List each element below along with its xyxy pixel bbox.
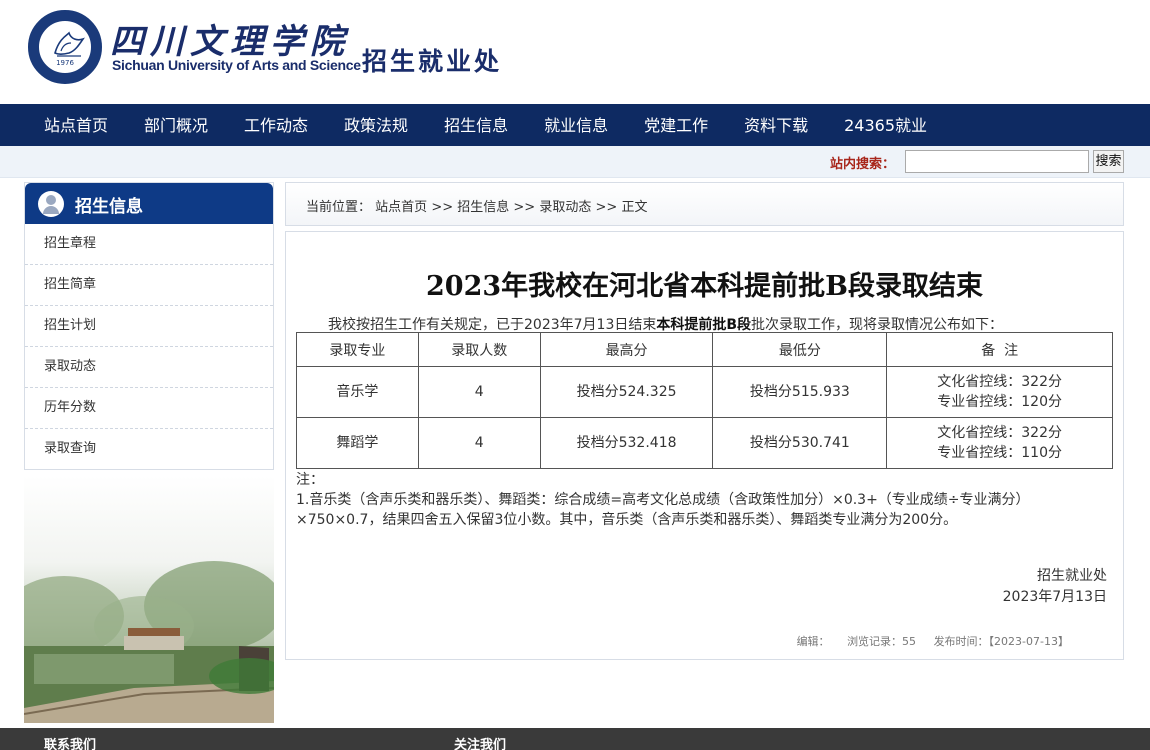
- search-input[interactable]: [905, 150, 1089, 173]
- cell-major: 音乐学: [296, 366, 419, 418]
- note-culture-line: 文化省控线：322分: [937, 425, 1062, 441]
- sidebar-item-admission-query[interactable]: 录取查询: [25, 429, 273, 470]
- seal-inner: 1976: [37, 19, 93, 75]
- table-header: 备 注: [886, 332, 1113, 367]
- article-notes: 注： 1.音乐类（含声乐类和器乐类）、舞蹈类：综合成绩=高考文化总成绩（含政策性…: [296, 470, 1096, 530]
- note-major-line: 专业省控线：110分: [937, 445, 1062, 461]
- article: 2023年我校在河北省本科提前批B段录取结束 我校按招生工作有关规定，已于202…: [285, 231, 1124, 660]
- article-signature: 招生就业处 2023年7月13日: [1003, 566, 1107, 608]
- table-row: 舞蹈学 4 投档分532.418 投档分530.741 文化省控线：322分 专…: [296, 417, 1113, 469]
- cell-max-score: 投档分532.418: [539, 417, 714, 469]
- nav-item-24365[interactable]: 24365就业: [826, 104, 945, 146]
- table-header-row: 录取专业 录取人数 最高分 最低分 备 注: [296, 332, 1113, 367]
- sidebar-title: 招生信息: [75, 197, 143, 217]
- note-culture-line: 文化省控线：322分: [937, 374, 1062, 390]
- search-bar: 站内搜索： 搜索: [0, 146, 1150, 178]
- user-avatar-icon: [38, 191, 64, 217]
- notes-text: 1.音乐类（含声乐类和器乐类）、舞蹈类：综合成绩=高考文化总成绩（含政策性加分）…: [296, 492, 1030, 528]
- sidebar-header: 招生信息: [25, 183, 273, 224]
- intro-text-after: 批次录取工作，现将录取情况公布如下：: [751, 317, 1004, 333]
- notes-title: 注：: [296, 472, 324, 488]
- site-header: 1976 四川文理学院 Sichuan University of Arts a…: [0, 0, 1150, 104]
- meta-published: 发布时间：【2023-07-13】: [933, 635, 1069, 648]
- cell-note: 文化省控线：322分 专业省控线：120分: [886, 366, 1113, 418]
- cell-max-score: 投档分524.325: [539, 366, 714, 418]
- cell-min-score: 投档分530.741: [712, 417, 888, 469]
- breadcrumb: 当前位置： 站点首页 >> 招生信息 >> 录取动态 >> 正文: [306, 196, 647, 215]
- sidebar-item-brochure[interactable]: 招生简章: [25, 265, 273, 306]
- campus-landscape-image: [24, 476, 274, 723]
- breadcrumb-sep: >>: [595, 200, 618, 215]
- department-name: 招生就业处: [362, 47, 503, 76]
- cell-count: 4: [417, 417, 541, 469]
- footer-follow[interactable]: 关注我们: [454, 734, 506, 750]
- article-intro: 我校按招生工作有关规定，已于2023年7月13日结束本科提前批B段批次录取工作，…: [328, 314, 1003, 334]
- site-footer: 联系我们 关注我们: [0, 728, 1150, 750]
- search-label: 站内搜索：: [830, 157, 896, 172]
- cell-min-score: 投档分515.933: [712, 366, 888, 418]
- school-name-en: Sichuan University of Arts and Science: [112, 57, 361, 73]
- article-title: 2023年我校在河北省本科提前批B段录取结束: [426, 271, 983, 302]
- sidebar-item-past-scores[interactable]: 历年分数: [25, 388, 273, 429]
- table-header: 最低分: [712, 332, 888, 367]
- school-name-cn: 四川文理学院: [110, 22, 350, 62]
- sidebar: 招生信息 招生章程 招生简章 招生计划 录取动态 历年分数 录取查询: [24, 182, 274, 470]
- cell-note: 文化省控线：322分 专业省控线：110分: [886, 417, 1113, 469]
- nav-item-home[interactable]: 站点首页: [26, 104, 126, 146]
- phoenix-icon: [54, 31, 85, 57]
- breadcrumb-admission[interactable]: 招生信息: [457, 200, 509, 215]
- school-seal-logo[interactable]: 1976: [28, 10, 102, 84]
- article-meta: 编辑： 浏览记录：55 发布时间：【2023-07-13】: [785, 633, 1069, 649]
- table-row: 音乐学 4 投档分524.325 投档分515.933 文化省控线：322分 专…: [296, 366, 1113, 418]
- breadcrumb-current[interactable]: 正文: [621, 200, 647, 215]
- table-header: 最高分: [539, 332, 714, 367]
- breadcrumb-home[interactable]: 站点首页: [375, 200, 427, 215]
- signature-org: 招生就业处: [1037, 568, 1107, 584]
- sidebar-item-admission-news[interactable]: 录取动态: [25, 347, 273, 388]
- intro-text-bold: 本科提前批B段: [656, 317, 752, 333]
- note-major-line: 专业省控线：120分: [937, 394, 1062, 410]
- footer-contact[interactable]: 联系我们: [44, 734, 96, 750]
- breadcrumb-prefix: 当前位置：: [306, 200, 372, 215]
- signature-date: 2023年7月13日: [1002, 589, 1107, 605]
- table-header: 录取人数: [417, 332, 541, 367]
- cell-major: 舞蹈学: [296, 417, 419, 469]
- main-nav: 站点首页 部门概况 工作动态 政策法规 招生信息 就业信息 党建工作 资料下载 …: [0, 104, 1150, 146]
- nav-item-overview[interactable]: 部门概况: [126, 104, 226, 146]
- admission-results-table: 录取专业 录取人数 最高分 最低分 备 注 音乐学 4 投档分524.325 投…: [296, 332, 1113, 469]
- sidebar-item-charter[interactable]: 招生章程: [25, 224, 273, 265]
- nav-item-admission[interactable]: 招生信息: [426, 104, 526, 146]
- breadcrumb-box: 当前位置： 站点首页 >> 招生信息 >> 录取动态 >> 正文: [285, 182, 1124, 226]
- breadcrumb-sep: >>: [431, 200, 454, 215]
- intro-text-before: 我校按招生工作有关规定，已于2023年7月13日结束: [328, 317, 657, 333]
- table-header: 录取专业: [296, 332, 419, 367]
- meta-views: 浏览记录：55: [847, 635, 917, 648]
- breadcrumb-admission-news[interactable]: 录取动态: [539, 200, 591, 215]
- search-button[interactable]: 搜索: [1093, 150, 1124, 173]
- meta-editor: 编辑：: [796, 635, 830, 648]
- nav-item-party[interactable]: 党建工作: [626, 104, 726, 146]
- seal-year: 1976: [56, 59, 74, 67]
- nav-item-employment[interactable]: 就业信息: [526, 104, 626, 146]
- nav-item-policy[interactable]: 政策法规: [326, 104, 426, 146]
- nav-item-work-news[interactable]: 工作动态: [226, 104, 326, 146]
- cell-count: 4: [417, 366, 541, 418]
- breadcrumb-sep: >>: [513, 200, 536, 215]
- nav-item-downloads[interactable]: 资料下载: [726, 104, 826, 146]
- sidebar-item-plan[interactable]: 招生计划: [25, 306, 273, 347]
- campus-photo: [24, 476, 274, 723]
